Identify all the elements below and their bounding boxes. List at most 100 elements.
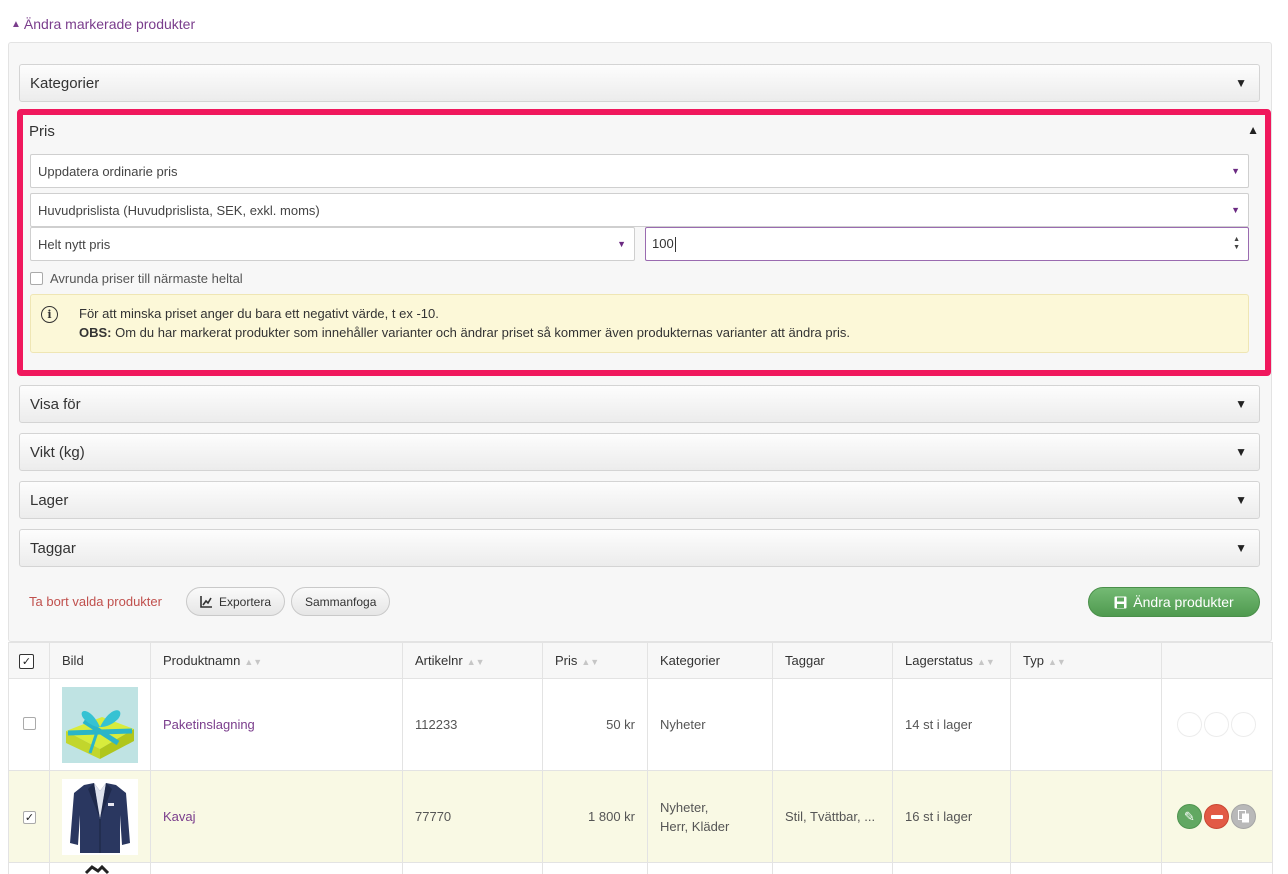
update-price-type-select[interactable]: Uppdatera ordinarie pris ▼	[30, 154, 1249, 188]
row-select-cell[interactable]: ✓	[8, 770, 50, 863]
categories-cell: Nyheter	[647, 678, 773, 771]
toggle-change-products-link[interactable]: ▲ Ändra markerade produkter	[11, 16, 195, 32]
row-checkbox[interactable]	[23, 716, 36, 730]
col-header-typ[interactable]: Typ ▲▼	[1010, 642, 1162, 679]
gift-package-image	[62, 686, 138, 763]
price-cell: 1 800 kr	[542, 770, 648, 863]
merge-button[interactable]: Sammanfoga	[291, 587, 391, 616]
col-header-lagerstatus-label: Lagerstatus	[905, 653, 973, 668]
round-prices-label: Avrunda priser till närmaste heltal	[50, 271, 243, 286]
col-header-kategorier: Kategorier	[647, 642, 773, 679]
chevron-down-icon: ▼	[1235, 445, 1247, 459]
select-arrow-icon: ▼	[1231, 166, 1240, 176]
accordion-pris-label: Pris	[29, 123, 55, 140]
select-all-checkbox[interactable]: ✓	[19, 653, 34, 669]
copy-icon[interactable]	[1231, 712, 1256, 737]
accordion-visa-for[interactable]: Visa för ▼	[19, 385, 1260, 423]
info-line-2: OBS: Om du har markerat produkter som in…	[79, 323, 1236, 342]
accordion-lager[interactable]: Lager ▼	[19, 481, 1260, 519]
copy-glyph	[1237, 810, 1249, 823]
accordion-pris-header[interactable]: Pris ▲	[29, 123, 1259, 140]
update-price-type-value: Uppdatera ordinarie pris	[38, 163, 178, 179]
sort-icon[interactable]: ▲▼	[467, 657, 485, 667]
col-header-actions	[1161, 642, 1273, 679]
categories-cell: Nyheter, Herr, Kläder	[647, 770, 773, 863]
product-name-link[interactable]: Paketinslagning	[163, 717, 255, 732]
col-header-produktnamn-label: Produktnamn	[163, 653, 241, 668]
accordion-kategorier-label: Kategorier	[30, 74, 100, 92]
pricelist-select[interactable]: Huvudprislista (Huvudprislista, SEK, exk…	[30, 193, 1249, 227]
change-products-button[interactable]: Ändra produkter	[1088, 587, 1260, 617]
row-select-cell[interactable]	[8, 678, 50, 771]
accordion-lager-label: Lager	[30, 491, 69, 509]
price-value: 100	[652, 235, 674, 251]
row-checkbox-checked[interactable]: ✓	[23, 811, 36, 824]
row-actions-cell: ✎	[1161, 770, 1273, 863]
edit-icon[interactable]: ✎	[1177, 804, 1202, 829]
product-image-cell	[49, 770, 151, 863]
artikelnr-cell: 77770	[402, 770, 543, 863]
sort-icon[interactable]: ▲▼	[977, 657, 995, 667]
type-cell	[1010, 678, 1162, 771]
info-obs-label: OBS:	[79, 325, 112, 340]
triangle-up-icon: ▲	[11, 18, 21, 30]
table-row[interactable]: Paketinslagning 112233 50 kr Nyheter 14 …	[8, 678, 1273, 771]
accordion-pris-expanded: Pris ▲ Uppdatera ordinarie pris ▼ Huvudp…	[17, 109, 1271, 376]
merge-label: Sammanfoga	[305, 594, 377, 609]
price-mode-select[interactable]: Helt nytt pris ▼	[30, 227, 635, 261]
col-header-taggar: Taggar	[772, 642, 893, 679]
blazer-image	[62, 778, 138, 855]
price-info-box: i För att minska priset anger du bara et…	[30, 294, 1249, 353]
table-row[interactable]: ✓ Kavaj 77770 1 800 kr Nyheter, Herr, Klä…	[8, 770, 1273, 863]
col-header-bild: Bild	[49, 642, 151, 679]
col-header-artikelnr[interactable]: Artikelnr ▲▼	[402, 642, 543, 679]
accordion-visa-for-label: Visa för	[30, 395, 81, 413]
tags-cell	[772, 678, 893, 771]
accordion-taggar-label: Taggar	[30, 539, 76, 557]
export-button[interactable]: Exportera	[186, 587, 286, 616]
select-arrow-icon: ▼	[617, 239, 626, 249]
accordion-taggar[interactable]: Taggar ▼	[19, 529, 1260, 567]
edit-icon[interactable]	[1177, 712, 1202, 737]
tags-cell: Stil, Tvättbar, ...	[772, 770, 893, 863]
accordion-vikt[interactable]: Vikt (kg) ▼	[19, 433, 1260, 471]
delete-selected-link[interactable]: Ta bort valda produkter	[29, 594, 162, 609]
product-image-cell	[49, 862, 151, 874]
round-prices-checkbox[interactable]	[30, 272, 43, 285]
spin-down-icon[interactable]: ▼	[1233, 244, 1240, 252]
info-icon: i	[41, 306, 58, 323]
chart-icon	[200, 595, 212, 608]
remove-icon[interactable]	[1204, 804, 1229, 829]
price-mode-value: Helt nytt pris	[38, 236, 111, 252]
sort-icon[interactable]: ▲▼	[244, 657, 262, 667]
price-cell: 50 kr	[542, 678, 648, 771]
chevron-down-icon: ▼	[1235, 76, 1247, 90]
col-header-kategorier-label: Kategorier	[660, 653, 720, 668]
save-icon	[1114, 596, 1127, 608]
info-line-1: För att minska priset anger du bara ett …	[79, 306, 439, 321]
spin-up-icon[interactable]: ▲	[1233, 236, 1240, 244]
col-header-produktnamn[interactable]: Produktnamn ▲▼	[150, 642, 403, 679]
select-all-cell[interactable]: ✓	[8, 642, 50, 679]
chevron-down-icon: ▼	[1235, 397, 1247, 411]
select-arrow-icon: ▼	[1231, 205, 1240, 215]
accordion-vikt-label: Vikt (kg)	[30, 443, 85, 461]
type-cell	[1010, 770, 1162, 863]
col-header-lagerstatus[interactable]: Lagerstatus ▲▼	[892, 642, 1011, 679]
sort-icon[interactable]: ▲▼	[581, 657, 599, 667]
accordion-kategorier[interactable]: Kategorier ▼	[19, 64, 1260, 102]
col-header-pris[interactable]: Pris ▲▼	[542, 642, 648, 679]
remove-icon[interactable]	[1204, 712, 1229, 737]
price-value-input[interactable]: 100 ▲ ▼	[645, 227, 1249, 261]
number-spinner[interactable]: ▲ ▼	[1233, 236, 1240, 252]
info-obs-text: Om du har markerat produkter som innehål…	[111, 325, 850, 340]
product-name-cell: Paketinslagning	[150, 678, 403, 771]
change-products-label: Ändra produkter	[1133, 594, 1234, 610]
round-prices-option[interactable]: Avrunda priser till närmaste heltal	[30, 271, 243, 286]
col-header-pris-label: Pris	[555, 653, 578, 668]
col-header-bild-label: Bild	[62, 653, 84, 668]
product-name-link[interactable]: Kavaj	[163, 809, 196, 824]
copy-icon[interactable]	[1231, 804, 1256, 829]
toggle-change-products-label: Ändra markerade produkter	[23, 16, 196, 32]
sort-icon[interactable]: ▲▼	[1048, 657, 1066, 667]
